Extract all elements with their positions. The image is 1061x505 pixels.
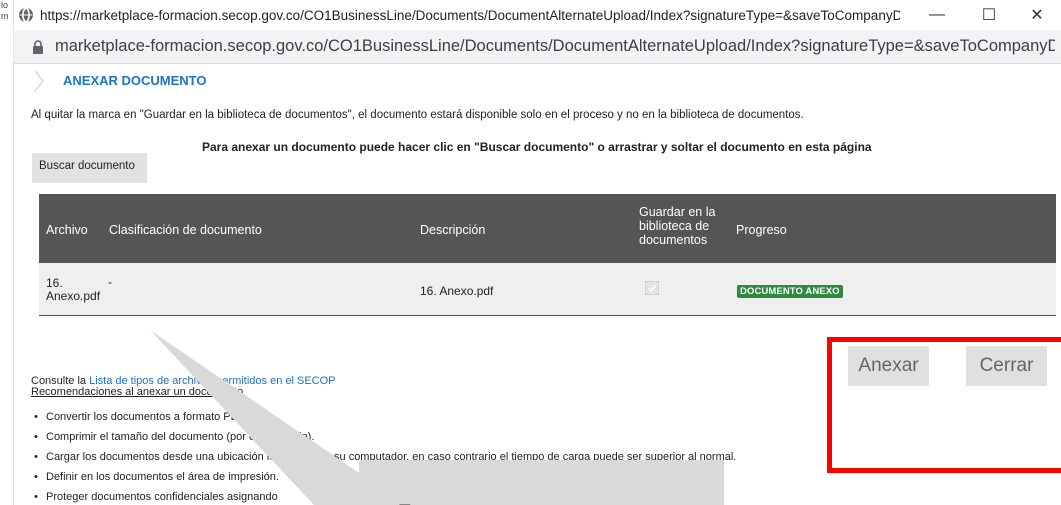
background-edge-text-1: lo — [1, 0, 9, 10]
popup-title-bar: https://marketplace-formacion.secop.gov.… — [14, 0, 1061, 30]
search-document-button[interactable]: Buscar documento — [32, 153, 147, 183]
column-header-progreso: Progreso — [736, 223, 787, 237]
section-title: ANEXAR DOCUMENTO — [63, 73, 207, 88]
background-edge-text-2: m — [1, 11, 9, 21]
address-url: marketplace-formacion.secop.gov.co/CO1Bu… — [55, 37, 1055, 55]
cerrar-button[interactable]: Cerrar — [966, 346, 1047, 386]
checkmark-icon — [647, 284, 657, 292]
background-window-edge: lo m — [0, 0, 14, 505]
lock-icon — [33, 39, 43, 54]
maximize-button[interactable]: ☐ — [966, 0, 1012, 30]
table-header: Archivo Clasificación de documento Descr… — [39, 194, 1056, 263]
callout-box — [359, 460, 724, 505]
window-title-url: https://marketplace-formacion.secop.gov.… — [40, 7, 900, 23]
list-item: Convertir los documentos a formato PDF. — [34, 410, 736, 430]
save-to-library-checkbox[interactable] — [645, 281, 659, 295]
globe-icon — [19, 7, 33, 23]
anexar-button[interactable]: Anexar — [848, 346, 929, 386]
table-row: 16. Anexo.pdf - 16. Anexo.pdf DOCUMENTO … — [39, 263, 1056, 316]
column-header-archivo: Archivo — [46, 223, 88, 237]
cell-archivo: 16. Anexo.pdf — [46, 276, 101, 303]
column-header-descripcion: Descripción — [420, 223, 486, 237]
address-bar[interactable]: marketplace-formacion.secop.gov.co/CO1Bu… — [14, 30, 1061, 64]
column-header-clasificacion: Clasificación de documento — [109, 223, 262, 237]
column-header-guardar: Guardar en la biblioteca de documentos — [639, 205, 716, 247]
list-item: Comprimir el tamaño del documento (por e… — [34, 430, 736, 450]
upload-instruction: Para anexar un documento puede hacer cli… — [202, 140, 872, 154]
status-badge: DOCUMENTO ANEXO — [737, 285, 843, 298]
minimize-button[interactable]: — — [914, 0, 960, 30]
close-window-button[interactable]: ✕ — [1014, 0, 1060, 30]
recommendations-title: Recomendaciones al anexar un documento — [31, 386, 244, 398]
info-section: Consulte la Lista de tipos de archivos p… — [31, 376, 336, 398]
documents-table: Archivo Clasificación de documento Descr… — [39, 194, 1056, 316]
cell-descripcion: 16. Anexo.pdf — [420, 284, 494, 298]
chevron-right-icon — [34, 70, 44, 92]
page-content: ANEXAR DOCUMENTO Al quitar la marca en "… — [14, 64, 1061, 505]
cell-clasificacion: - — [108, 275, 112, 289]
library-notice: Al quitar la marca en "Guardar en la bib… — [31, 109, 804, 121]
